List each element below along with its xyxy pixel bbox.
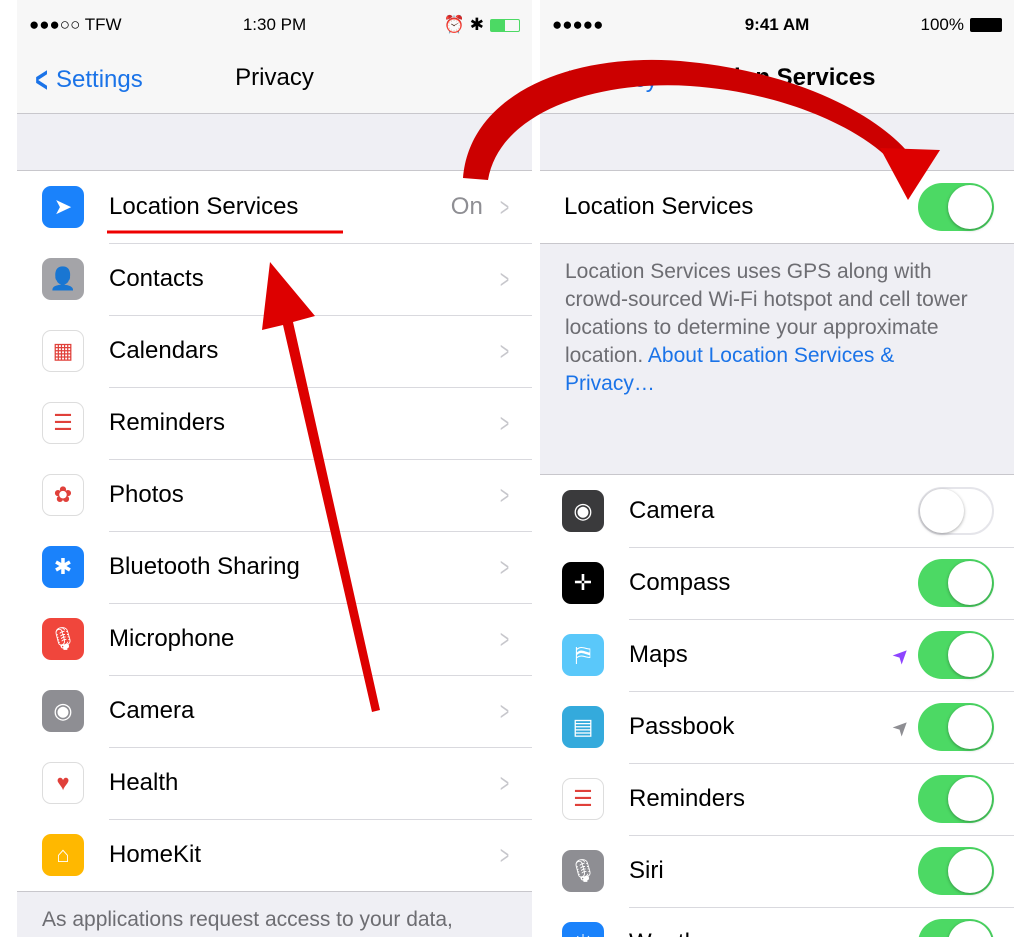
list-item-label: Calendars <box>109 337 219 364</box>
list-item-label: Reminders <box>109 409 226 436</box>
location-description: Location Services uses GPS along with cr… <box>540 244 1014 474</box>
status-icons: ⏰ ✱ <box>444 15 520 35</box>
chevron-right-icon: > <box>499 695 509 726</box>
bluetooth-icon: ✱ <box>42 546 84 588</box>
list-item-label: Passbook <box>629 713 735 740</box>
chevron-right-icon: > <box>499 335 509 366</box>
location-services-toggle[interactable] <box>918 183 994 231</box>
chevron-right-icon: > <box>499 623 509 654</box>
location-arrow-icon: ➤ <box>42 186 84 228</box>
status-bar: ●●●●● 9:41 AM 100% <box>540 0 1014 50</box>
list-item-label: Camera <box>629 497 715 524</box>
list-item-location-services[interactable]: ➤ Location Services On > <box>17 171 532 243</box>
health-icon: ♥ <box>42 762 84 804</box>
page-title: Location Services <box>670 64 876 91</box>
list-item-microphone[interactable]: 🎙 Microphone > <box>17 603 532 675</box>
list-item-contacts[interactable]: 👤 Contacts > <box>17 243 532 315</box>
list-item-maps[interactable]: ⛿ Maps ➤ <box>540 619 1014 691</box>
chevron-right-icon: > <box>499 407 509 438</box>
list-item-label: Health <box>109 769 179 796</box>
list-item-label: HomeKit <box>109 841 202 868</box>
page-title: Privacy <box>235 64 314 91</box>
app-location-toggle[interactable] <box>918 703 994 751</box>
photos-icon: ✿ <box>42 474 84 516</box>
battery-percent: 100% <box>920 15 964 34</box>
battery-icon <box>970 18 1002 32</box>
app-location-toggle[interactable] <box>918 559 994 607</box>
list-item-passbook[interactable]: ▤ Passbook ➤ <box>540 691 1014 763</box>
app-location-toggle[interactable] <box>918 919 994 937</box>
app-location-toggle[interactable] <box>918 487 994 535</box>
privacy-screen: ●●●○○ TFW 1:30 PM ⏰ ✱ < Settings Privacy… <box>17 0 532 937</box>
list-item-camera[interactable]: ◉ Camera > <box>17 675 532 747</box>
back-label: Privacy <box>579 66 658 93</box>
app-location-toggle[interactable] <box>918 775 994 823</box>
microphone-icon: 🎙 <box>42 618 84 660</box>
app-location-list: ◉ Camera ✛ Compass ⛿ Maps ➤ ▤ Passbook ➤ ☰ Reminder… <box>540 474 1014 937</box>
list-item-label: Weather <box>629 929 918 937</box>
list-item-label: Reminders <box>629 785 746 812</box>
list-item-compass[interactable]: ✛ Compass <box>540 547 1014 619</box>
chevron-right-icon: > <box>499 767 509 798</box>
alarm-bluetooth-icon: ⏰ ✱ <box>443 15 484 34</box>
detail-value: On <box>450 193 483 220</box>
location-services-screen: ●●●●● 9:41 AM 100% < Privacy Location Se… <box>540 0 1014 937</box>
weather-icon: ☀ <box>562 922 604 937</box>
list-item-label: Maps <box>629 641 688 668</box>
status-icons: 100% <box>921 15 1002 35</box>
list-item-label: Siri <box>629 857 664 884</box>
calendar-icon: ▦ <box>42 330 84 372</box>
list-item-photos[interactable]: ✿ Photos > <box>17 459 532 531</box>
chevron-left-icon: < <box>558 59 571 100</box>
reminders-icon: ☰ <box>562 778 604 820</box>
app-location-toggle[interactable] <box>918 847 994 895</box>
chevron-right-icon: > <box>499 191 509 222</box>
list-item-camera[interactable]: ◉ Camera <box>540 475 1014 547</box>
chevron-right-icon: > <box>499 263 509 294</box>
siri-icon: 🎙 <box>562 850 604 892</box>
master-toggle-group: Location Services <box>540 170 1014 244</box>
chevron-right-icon: > <box>499 551 509 582</box>
list-item-health[interactable]: ♥ Health > <box>17 747 532 819</box>
chevron-right-icon: > <box>499 479 509 510</box>
list-item-label: Bluetooth Sharing <box>109 553 300 580</box>
footer-note: As applications request access to your d… <box>42 908 453 931</box>
list-item-siri[interactable]: 🎙 Siri <box>540 835 1014 907</box>
location-services-label: Location Services <box>564 193 754 220</box>
list-item-reminders[interactable]: ☰ Reminders <box>540 763 1014 835</box>
camera-icon: ◉ <box>42 690 84 732</box>
chevron-right-icon: > <box>499 839 509 870</box>
navigation-bar: < Settings Privacy <box>17 50 532 114</box>
list-item-label: Compass <box>629 569 731 596</box>
app-location-toggle[interactable] <box>918 631 994 679</box>
list-item-label: Photos <box>109 481 184 508</box>
list-item-label: Microphone <box>109 625 235 652</box>
privacy-list: ➤ Location Services On > 👤 Contacts > ▦ Calendar… <box>17 170 532 892</box>
location-services-row: Location Services <box>540 171 1014 243</box>
list-item-bluetooth-sharing[interactable]: ✱ Bluetooth Sharing > <box>17 531 532 603</box>
battery-icon <box>490 18 520 32</box>
list-item-label: Contacts <box>109 265 204 292</box>
list-item-label: Camera <box>109 697 195 724</box>
camera-icon: ◉ <box>562 490 604 532</box>
list-item-homekit[interactable]: ⌂ HomeKit > <box>17 819 532 891</box>
homekit-icon: ⌂ <box>42 834 84 876</box>
list-item-reminders[interactable]: ☰ Reminders > <box>17 387 532 459</box>
status-bar: ●●●○○ TFW 1:30 PM ⏰ ✱ <box>17 0 532 50</box>
list-item-weather[interactable]: ☀ Weather <box>540 907 1014 937</box>
maps-icon: ⛿ <box>562 634 604 676</box>
compass-icon: ✛ <box>562 562 604 604</box>
passbook-icon: ▤ <box>562 706 604 748</box>
navigation-bar: < Privacy Location Services <box>540 50 1014 114</box>
back-button[interactable]: < Privacy <box>554 60 658 100</box>
contacts-icon: 👤 <box>42 258 84 300</box>
list-item-label: Location Services <box>109 193 299 220</box>
list-item-calendars[interactable]: ▦ Calendars > <box>17 315 532 387</box>
reminders-icon: ☰ <box>42 402 84 444</box>
